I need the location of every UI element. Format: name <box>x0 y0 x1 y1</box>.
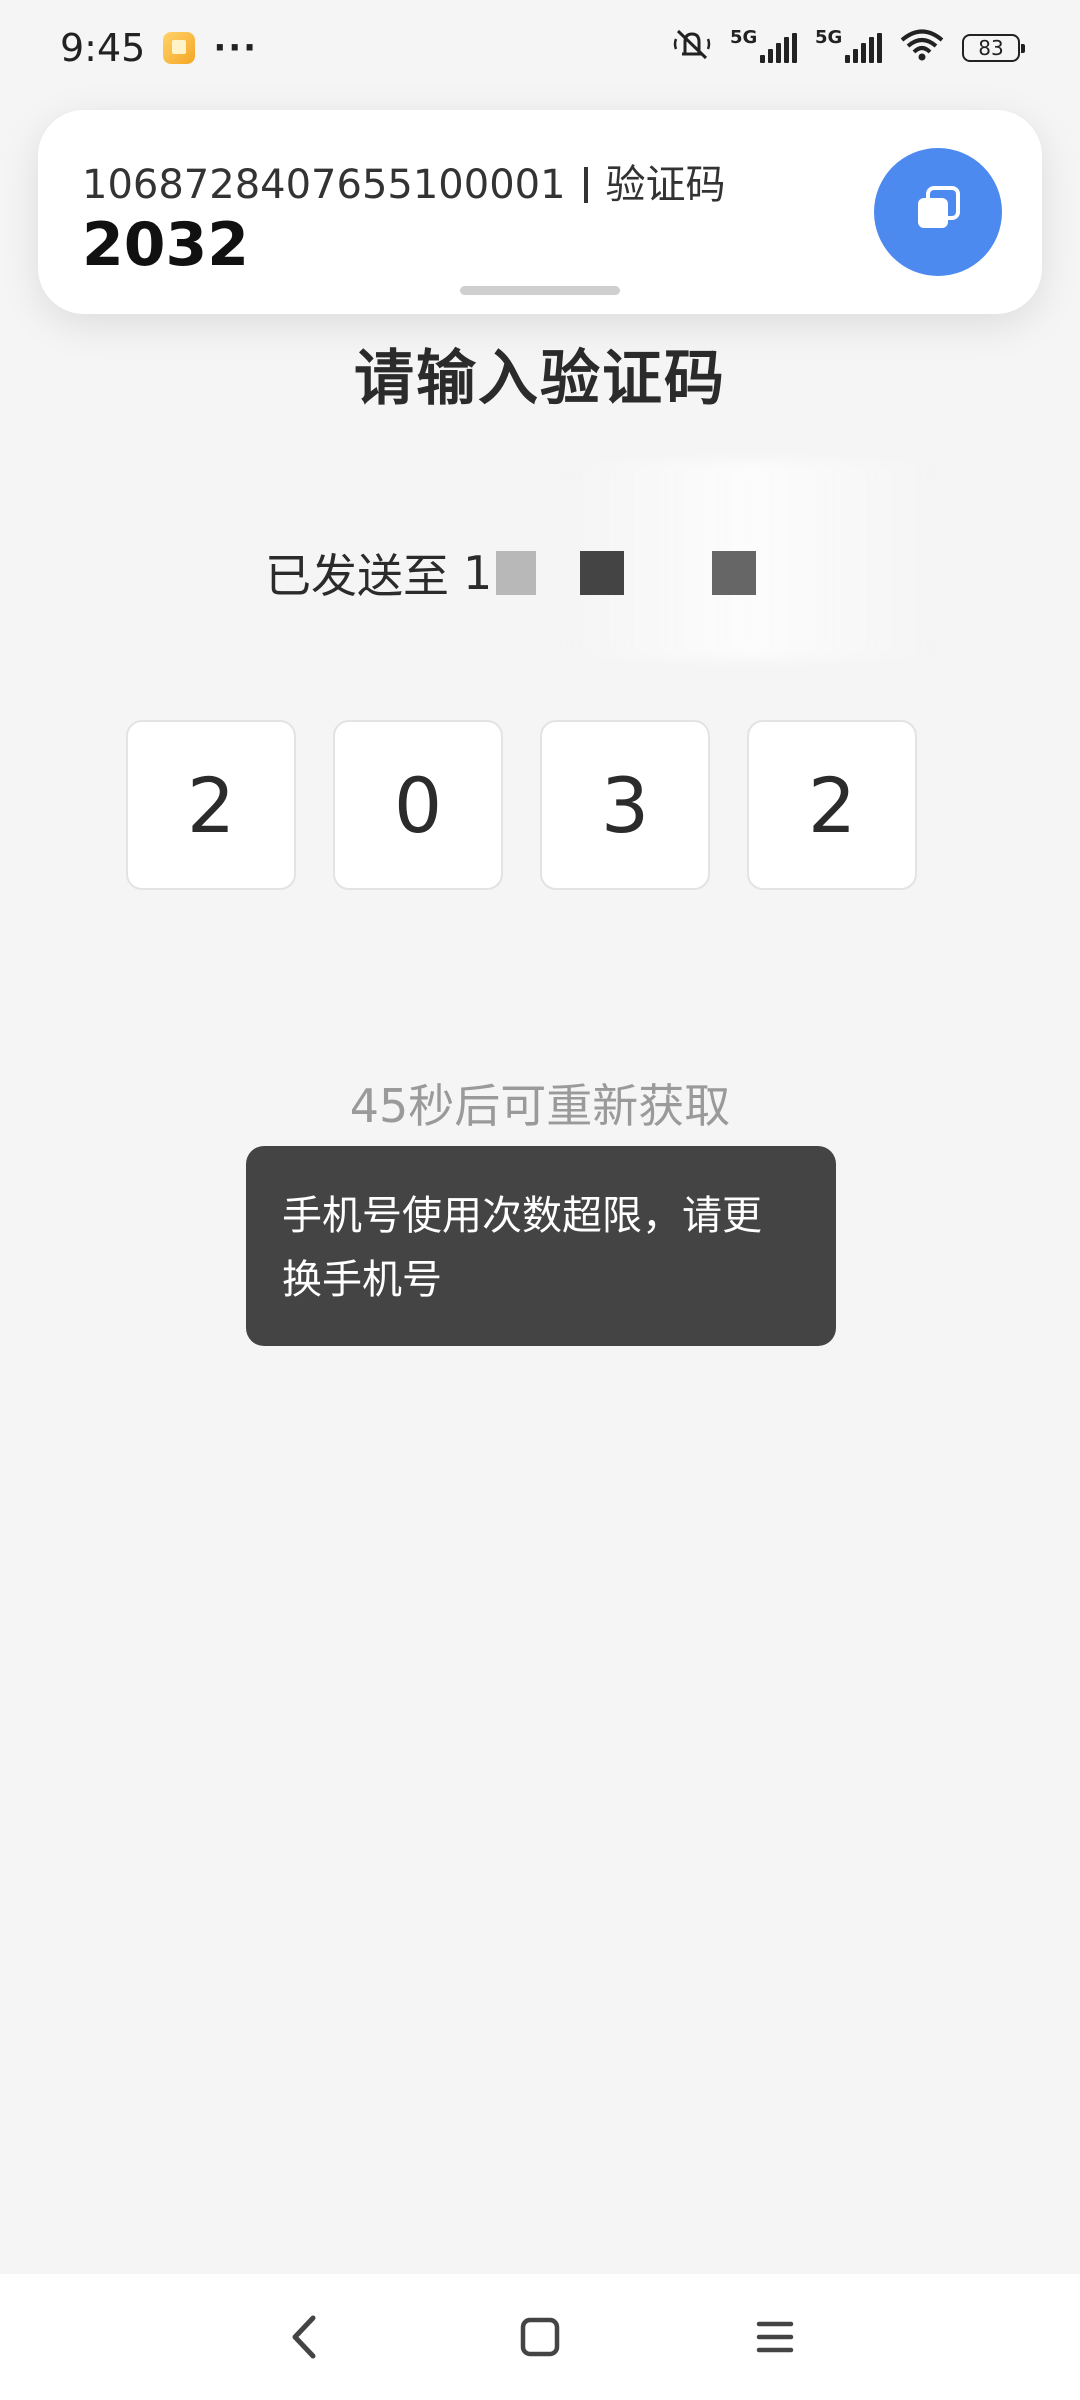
more-notifications-indicator: ··· <box>213 28 259 68</box>
signal-strength-1-icon: 5G <box>730 27 797 63</box>
signal-strength-2-icon: 5G <box>815 27 882 63</box>
menu-icon <box>753 2315 797 2363</box>
battery-icon: 83 <box>962 34 1025 62</box>
navigation-bar <box>0 2274 1080 2400</box>
code-digit-box[interactable]: 2 <box>126 720 296 890</box>
notification-code: 2032 <box>82 210 249 280</box>
code-digit-box[interactable]: 0 <box>333 720 503 890</box>
phone-mask-2 <box>580 551 625 595</box>
code-digit-box[interactable]: 3 <box>540 720 710 890</box>
phone-mask-1 <box>496 551 537 595</box>
separator <box>583 167 588 203</box>
back-icon <box>285 2312 325 2366</box>
network-type-1: 5G <box>730 27 758 48</box>
wifi-icon <box>900 26 944 70</box>
toast-message: 手机号使用次数超限，请更换手机号 <box>246 1146 836 1346</box>
notification-header: 1068728407655100001 验证码 <box>82 152 726 210</box>
phone-number-visible: 1 <box>463 546 493 600</box>
sent-to-label: 已发送至 <box>265 549 449 603</box>
notification-sender: 1068728407655100001 <box>82 162 566 208</box>
copy-code-button[interactable] <box>874 148 1002 276</box>
page-title: 请输入验证码 <box>354 344 726 414</box>
nav-menu-button[interactable] <box>740 2304 810 2374</box>
copy-icon <box>912 184 964 240</box>
nav-back-button[interactable] <box>270 2304 340 2374</box>
phone-mask-3 <box>712 551 757 595</box>
sms-code-notification[interactable]: 1068728407655100001 验证码 2032 <box>38 110 1042 314</box>
screen: 9:45 ··· 5G 5G 83 请输入验证码 已发送至 1 2 0 3 2 … <box>0 0 1080 2400</box>
status-time: 9:45 <box>60 26 146 70</box>
status-right: 5G 5G 83 <box>672 26 1025 70</box>
sent-to-row: 已发送至 1 <box>265 540 757 606</box>
verification-code-input[interactable]: 2 0 3 2 <box>126 720 917 890</box>
notification-category: 验证码 <box>605 162 726 208</box>
banner-drag-handle[interactable] <box>460 286 620 295</box>
status-bar: 9:45 ··· 5G 5G 83 <box>0 0 1080 96</box>
home-icon <box>518 2315 562 2363</box>
resend-countdown: 45秒后可重新获取 <box>349 1079 731 1133</box>
nav-home-button[interactable] <box>505 2304 575 2374</box>
network-type-2: 5G <box>815 27 843 48</box>
code-digit-box[interactable]: 2 <box>747 720 917 890</box>
status-left: 9:45 ··· <box>60 26 258 70</box>
gallery-notification-icon <box>163 32 196 64</box>
mute-vibrate-icon <box>672 26 712 70</box>
